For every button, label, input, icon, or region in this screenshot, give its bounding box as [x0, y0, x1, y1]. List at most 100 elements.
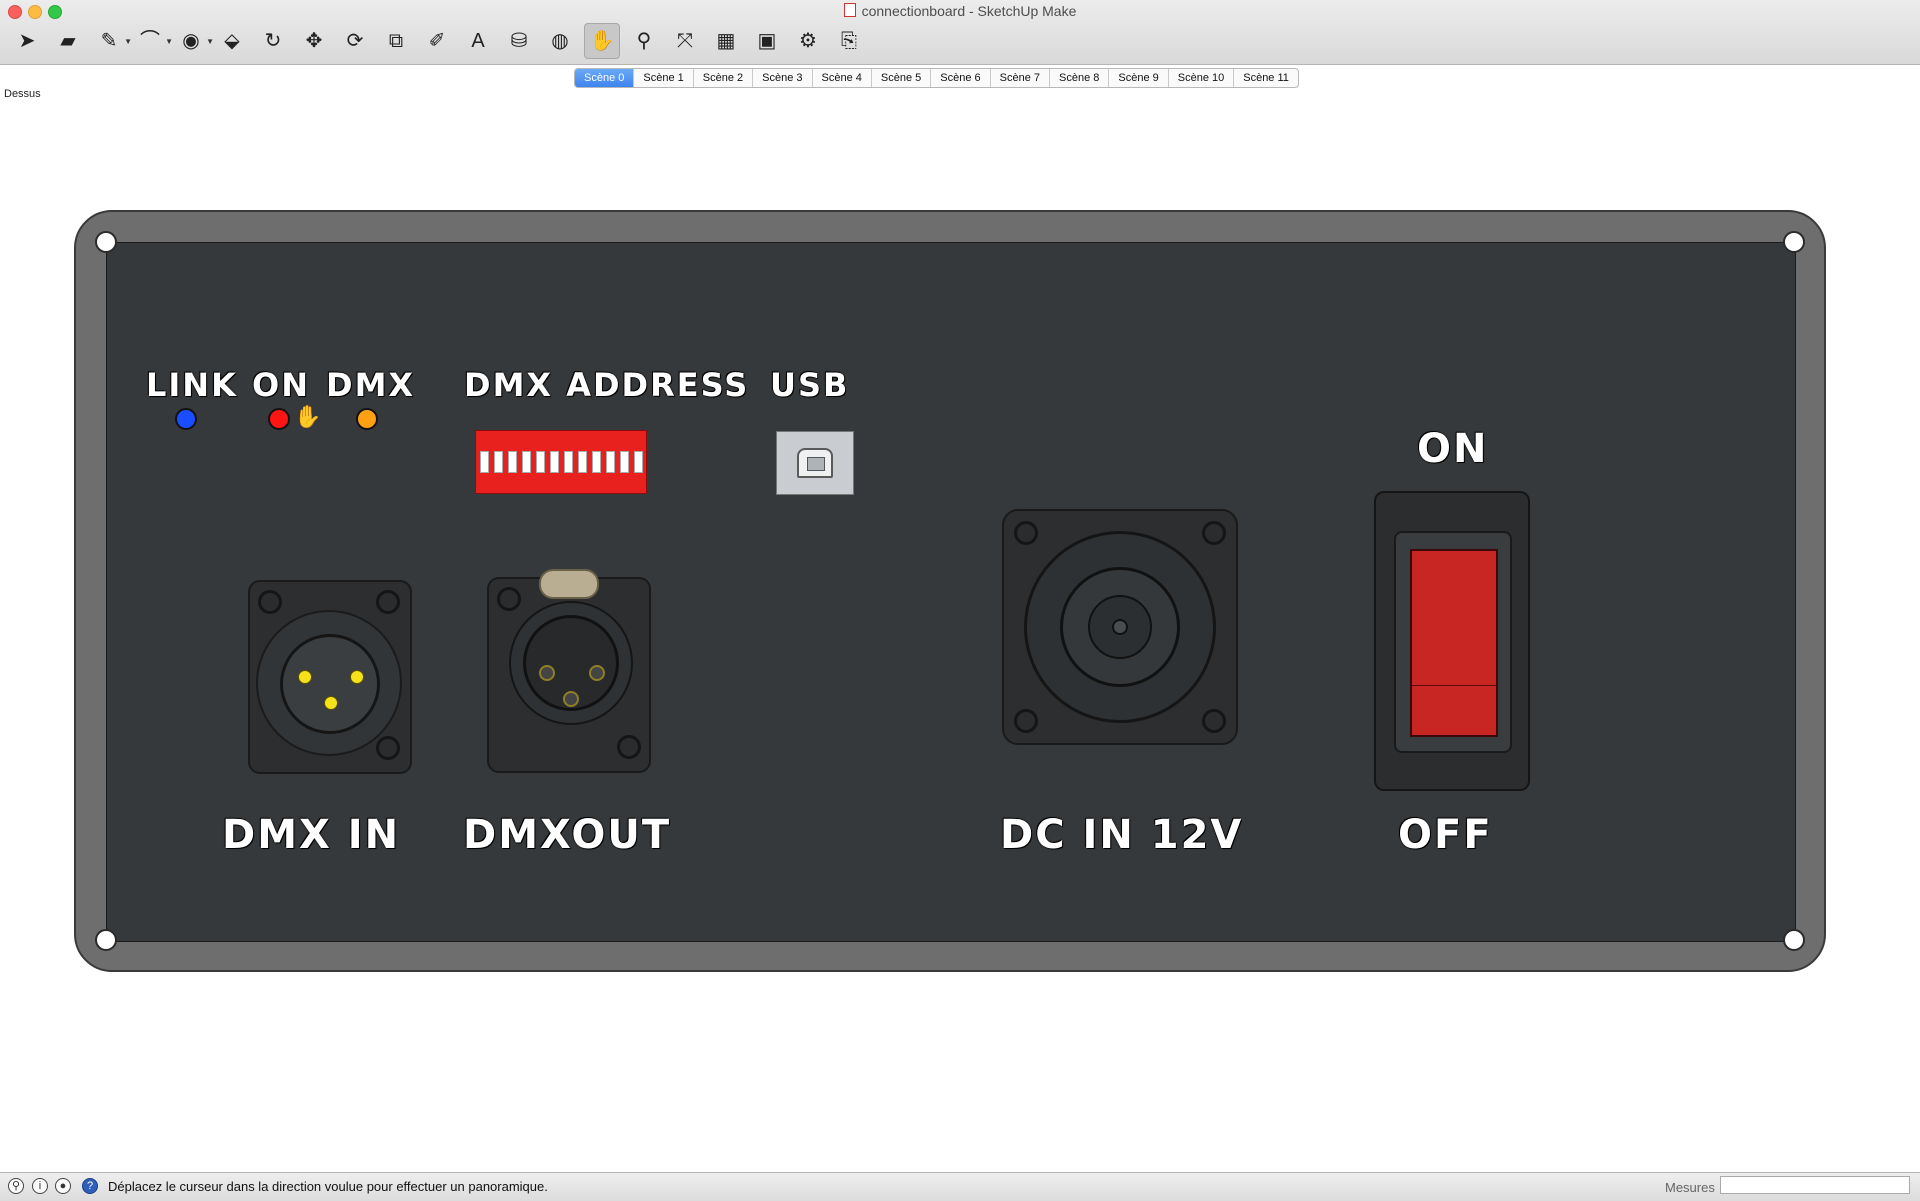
- power-rocker-switch: [1374, 491, 1530, 791]
- zoom-tool-button[interactable]: ⚲: [627, 24, 661, 58]
- scene-tab[interactable]: Scène 6: [931, 69, 991, 87]
- shapes-icon: ◉: [182, 30, 200, 52]
- dmx-led-label: DMX: [326, 366, 416, 404]
- main-toolbar: ➤ ▰ ✎ ▼ ⌒ ▼ ◉ ▼ ⬙ ↻ ✥ ⟳ ⧉ ✐ A ⛁ ◍ ✋ ⚲ ⤧ ▦ ▣ ⚙ ⎘: [10, 22, 873, 60]
- scene-tab[interactable]: Scène 4: [813, 69, 872, 87]
- xlr-pin-icon: [350, 670, 364, 684]
- user-account-icon[interactable]: ●: [55, 1178, 71, 1194]
- select-icon: ➤: [18, 30, 36, 52]
- scale-tool-button[interactable]: ⧉: [379, 24, 413, 58]
- chevron-down-icon[interactable]: ▼: [124, 38, 132, 46]
- scale-icon: ⧉: [388, 30, 404, 52]
- eraser-icon: ▰: [60, 30, 76, 52]
- tape-measure-icon: ✐: [428, 30, 446, 52]
- text-tool-button[interactable]: A: [461, 24, 495, 58]
- title-bar: connectionboard - SketchUp Make ➤ ▰ ✎ ▼ ⌒ ▼ ◉ ▼…: [0, 0, 1920, 65]
- dc-in-label: DC IN 12V: [1000, 812, 1244, 858]
- scene-tab[interactable]: Scène 10: [1169, 69, 1235, 87]
- dip-switch-toggle: [522, 451, 531, 473]
- measurements-input[interactable]: [1720, 1176, 1910, 1194]
- usb-connector: [776, 431, 854, 495]
- dip-switch-toggle: [634, 451, 643, 473]
- dip-switch-toggle: [578, 451, 587, 473]
- mount-hole-icon: [258, 590, 282, 614]
- chevron-down-icon[interactable]: ▼: [165, 38, 173, 46]
- mount-hole-icon: [497, 587, 521, 611]
- move-tool-button[interactable]: ✥: [297, 24, 331, 58]
- mount-hole-icon: [1014, 709, 1038, 733]
- screw-hole-bottom-left: [95, 929, 117, 951]
- status-bar: ⚲ i ● ? Déplacez le curseur dans la dire…: [0, 1172, 1920, 1201]
- extension-manager-icon: ⚙: [799, 30, 817, 52]
- extension-warehouse-tool-button[interactable]: ▣: [750, 24, 784, 58]
- help-icon[interactable]: ?: [82, 1178, 98, 1194]
- send-to-layout-tool-button[interactable]: ⎘: [832, 24, 866, 58]
- dip-switch-toggle: [606, 451, 615, 473]
- chevron-down-icon[interactable]: ▼: [206, 38, 214, 46]
- extension-manager-tool-button[interactable]: ⚙: [791, 24, 825, 58]
- screw-hole-bottom-right: [1783, 929, 1805, 951]
- window-title-container: connectionboard - SketchUp Make: [0, 3, 1920, 19]
- dmx-in-connector: [248, 580, 412, 774]
- rotate-tool-button[interactable]: ⟳: [338, 24, 372, 58]
- follow-me-tool-button[interactable]: ↻: [256, 24, 290, 58]
- scene-tab[interactable]: Scène 7: [991, 69, 1050, 87]
- xlr-pin-icon: [298, 670, 312, 684]
- scene-tab[interactable]: Scène 3: [753, 69, 813, 87]
- scene-tab[interactable]: Scène 8: [1050, 69, 1110, 87]
- mount-hole-icon: [617, 735, 641, 759]
- mount-hole-icon: [376, 590, 400, 614]
- scene-tab[interactable]: Scène 2: [694, 69, 754, 87]
- credits-icon[interactable]: i: [32, 1178, 48, 1194]
- usb-b-port-icon: [797, 448, 833, 478]
- dc-in-connector: [1002, 509, 1238, 745]
- eraser-tool-button[interactable]: ▰: [51, 24, 85, 58]
- pan-hand-cursor-icon: ✋: [294, 404, 322, 429]
- orbit-tool-button[interactable]: ◍: [543, 24, 577, 58]
- screw-hole-top-right: [1783, 231, 1805, 253]
- pan-tool-button[interactable]: ✋: [584, 23, 620, 59]
- dmx-address-dip-switch: [475, 430, 647, 494]
- zoom-icon: ⚲: [636, 30, 652, 52]
- push-pull-tool-button[interactable]: ⬙: [215, 24, 249, 58]
- xlr-pin-icon: [563, 691, 579, 707]
- rocker-paddle: [1410, 549, 1498, 737]
- dip-switch-toggle: [536, 451, 545, 473]
- dip-switch-toggle: [480, 451, 489, 473]
- send-to-layout-icon: ⎘: [841, 30, 857, 52]
- shapes-tool-button[interactable]: ◉ ▼: [174, 24, 214, 58]
- paint-bucket-tool-button[interactable]: ⛁: [502, 24, 536, 58]
- dip-switch-toggle: [592, 451, 601, 473]
- scene-tab[interactable]: Scène 1: [634, 69, 694, 87]
- zoom-extents-tool-button[interactable]: ⤧: [668, 24, 702, 58]
- scene-tab[interactable]: Scène 5: [872, 69, 932, 87]
- switch-off-label: OFF: [1398, 812, 1493, 858]
- follow-me-icon: ↻: [264, 30, 282, 52]
- dip-switch-toggle: [494, 451, 503, 473]
- document-icon: [843, 3, 856, 17]
- rocker-bezel: [1394, 531, 1512, 753]
- screw-hole-top-left: [95, 231, 117, 253]
- window-title: connectionboard - SketchUp Make: [861, 3, 1077, 19]
- dip-switch-toggle: [564, 451, 573, 473]
- rotate-icon: ⟳: [346, 30, 364, 52]
- select-tool-button[interactable]: ➤: [10, 24, 44, 58]
- push-pull-icon: ⬙: [224, 30, 240, 52]
- arc-tool-button[interactable]: ⌒ ▼: [133, 24, 173, 58]
- dmx-out-connector: [487, 569, 651, 773]
- dmx-address-label: DMX ADDRESS: [464, 366, 750, 404]
- switch-on-label: ON: [1417, 426, 1489, 472]
- dmx-out-label: DMXOUT: [463, 812, 672, 858]
- xlr-pin-icon: [589, 665, 605, 681]
- tape-measure-tool-button[interactable]: ✐: [420, 24, 454, 58]
- scene-tab[interactable]: Scène 11: [1234, 69, 1298, 87]
- on-led: [268, 408, 290, 430]
- scene-tab[interactable]: Scène 0: [575, 69, 635, 87]
- geolocation-icon[interactable]: ⚲: [8, 1178, 24, 1194]
- scene-tab[interactable]: Scène 9: [1109, 69, 1169, 87]
- xlr-pin-icon: [324, 696, 338, 710]
- measurements-label: Mesures: [1665, 1180, 1715, 1195]
- 3d-warehouse-tool-button[interactable]: ▦: [709, 24, 743, 58]
- pencil-tool-button[interactable]: ✎ ▼: [92, 24, 132, 58]
- link-label: LINK: [146, 366, 238, 404]
